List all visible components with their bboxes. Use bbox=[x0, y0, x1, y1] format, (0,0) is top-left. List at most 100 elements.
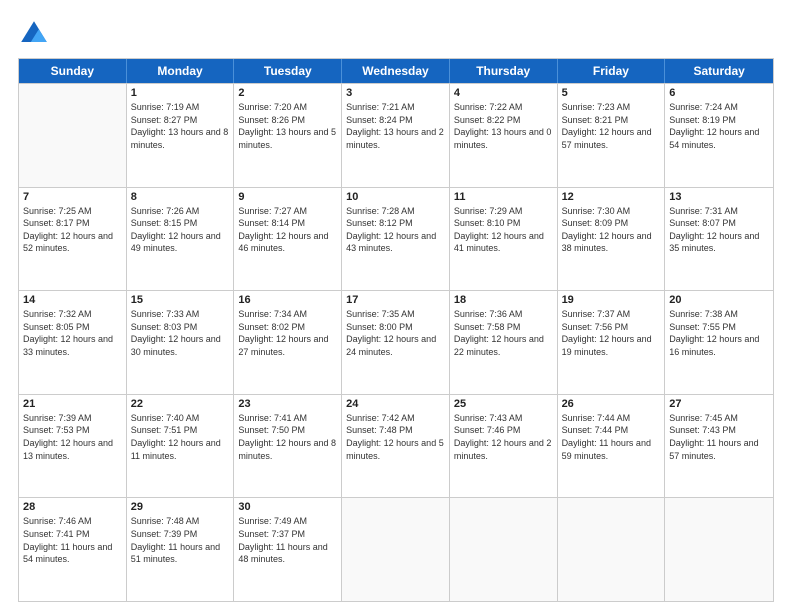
day-cell: 11 Sunrise: 7:29 AM Sunset: 8:10 PM Dayli… bbox=[450, 188, 558, 291]
day-number: 29 bbox=[131, 501, 230, 513]
day-number: 28 bbox=[23, 501, 122, 513]
day-info: Sunrise: 7:23 AM Sunset: 8:21 PM Dayligh… bbox=[562, 101, 661, 151]
logo-icon bbox=[18, 18, 50, 50]
day-number: 19 bbox=[562, 294, 661, 306]
week-row-1: 7 Sunrise: 7:25 AM Sunset: 8:17 PM Daylig… bbox=[19, 187, 773, 291]
day-number: 10 bbox=[346, 191, 445, 203]
day-info: Sunrise: 7:38 AM Sunset: 7:55 PM Dayligh… bbox=[669, 308, 769, 358]
day-cell: 28 Sunrise: 7:46 AM Sunset: 7:41 PM Dayli… bbox=[19, 498, 127, 601]
day-info: Sunrise: 7:32 AM Sunset: 8:05 PM Dayligh… bbox=[23, 308, 122, 358]
day-info: Sunrise: 7:36 AM Sunset: 7:58 PM Dayligh… bbox=[454, 308, 553, 358]
day-number: 26 bbox=[562, 398, 661, 410]
day-cell: 25Sunrise: 7:43 AM Sunset: 7:46 PM Dayli… bbox=[450, 395, 558, 498]
day-number: 5 bbox=[562, 87, 661, 99]
calendar: SundayMondayTuesdayWednesdayThursdayFrid… bbox=[18, 58, 774, 602]
day-number: 13 bbox=[669, 191, 769, 203]
day-cell: 29 Sunrise: 7:48 AM Sunset: 7:39 PM Dayli… bbox=[127, 498, 235, 601]
day-info: Sunrise: 7:24 AM Sunset: 8:19 PM Dayligh… bbox=[669, 101, 769, 151]
weekday-header-tuesday: Tuesday bbox=[234, 59, 342, 83]
day-cell: 3 Sunrise: 7:21 AM Sunset: 8:24 PM Daylig… bbox=[342, 84, 450, 187]
day-number: 6 bbox=[669, 87, 769, 99]
day-info: Sunrise: 7:28 AM Sunset: 8:12 PM Dayligh… bbox=[346, 205, 445, 255]
day-cell bbox=[19, 84, 127, 187]
day-info: Sunrise: 7:42 AM Sunset: 7:48 PM Dayligh… bbox=[346, 412, 445, 462]
day-info: Sunrise: 7:44 AM Sunset: 7:44 PM Dayligh… bbox=[562, 412, 661, 462]
day-cell: 26 Sunrise: 7:44 AM Sunset: 7:44 PM Dayli… bbox=[558, 395, 666, 498]
day-cell bbox=[342, 498, 450, 601]
header bbox=[18, 18, 774, 50]
day-number: 3 bbox=[346, 87, 445, 99]
day-number: 8 bbox=[131, 191, 230, 203]
calendar-header: SundayMondayTuesdayWednesdayThursdayFrid… bbox=[19, 59, 773, 83]
day-cell: 14 Sunrise: 7:32 AM Sunset: 8:05 PM Dayli… bbox=[19, 291, 127, 394]
day-number: 7 bbox=[23, 191, 122, 203]
day-cell: 16Sunrise: 7:34 AM Sunset: 8:02 PM Dayli… bbox=[234, 291, 342, 394]
day-cell: 15Sunrise: 7:33 AM Sunset: 8:03 PM Dayli… bbox=[127, 291, 235, 394]
day-number: 14 bbox=[23, 294, 122, 306]
day-cell: 7 Sunrise: 7:25 AM Sunset: 8:17 PM Daylig… bbox=[19, 188, 127, 291]
day-info: Sunrise: 7:35 AM Sunset: 8:00 PM Dayligh… bbox=[346, 308, 445, 358]
day-info: Sunrise: 7:29 AM Sunset: 8:10 PM Dayligh… bbox=[454, 205, 553, 255]
day-cell: 1Sunrise: 7:19 AM Sunset: 8:27 PM Daylig… bbox=[127, 84, 235, 187]
day-info: Sunrise: 7:40 AM Sunset: 7:51 PM Dayligh… bbox=[131, 412, 230, 462]
day-info: Sunrise: 7:21 AM Sunset: 8:24 PM Dayligh… bbox=[346, 101, 445, 151]
day-number: 21 bbox=[23, 398, 122, 410]
weekday-header-friday: Friday bbox=[558, 59, 666, 83]
day-number: 12 bbox=[562, 191, 661, 203]
day-cell: 20 Sunrise: 7:38 AM Sunset: 7:55 PM Dayli… bbox=[665, 291, 773, 394]
day-cell: 22 Sunrise: 7:40 AM Sunset: 7:51 PM Dayli… bbox=[127, 395, 235, 498]
weekday-header-saturday: Saturday bbox=[665, 59, 773, 83]
calendar-body: 1Sunrise: 7:19 AM Sunset: 8:27 PM Daylig… bbox=[19, 83, 773, 601]
day-cell: 9Sunrise: 7:27 AM Sunset: 8:14 PM Daylig… bbox=[234, 188, 342, 291]
week-row-3: 21 Sunrise: 7:39 AM Sunset: 7:53 PM Dayli… bbox=[19, 394, 773, 498]
day-cell: 8 Sunrise: 7:26 AM Sunset: 8:15 PM Daylig… bbox=[127, 188, 235, 291]
day-cell: 17 Sunrise: 7:35 AM Sunset: 8:00 PM Dayli… bbox=[342, 291, 450, 394]
day-number: 30 bbox=[238, 501, 337, 513]
day-cell: 24 Sunrise: 7:42 AM Sunset: 7:48 PM Dayli… bbox=[342, 395, 450, 498]
day-number: 24 bbox=[346, 398, 445, 410]
day-number: 16 bbox=[238, 294, 337, 306]
week-row-4: 28 Sunrise: 7:46 AM Sunset: 7:41 PM Dayli… bbox=[19, 497, 773, 601]
day-cell: 5 Sunrise: 7:23 AM Sunset: 8:21 PM Daylig… bbox=[558, 84, 666, 187]
day-number: 23 bbox=[238, 398, 337, 410]
day-info: Sunrise: 7:43 AM Sunset: 7:46 PM Dayligh… bbox=[454, 412, 553, 462]
day-info: Sunrise: 7:48 AM Sunset: 7:39 PM Dayligh… bbox=[131, 515, 230, 565]
page: SundayMondayTuesdayWednesdayThursdayFrid… bbox=[0, 0, 792, 612]
day-cell: 6 Sunrise: 7:24 AM Sunset: 8:19 PM Daylig… bbox=[665, 84, 773, 187]
weekday-header-wednesday: Wednesday bbox=[342, 59, 450, 83]
day-info: Sunrise: 7:30 AM Sunset: 8:09 PM Dayligh… bbox=[562, 205, 661, 255]
day-number: 1 bbox=[131, 87, 230, 99]
day-cell: 19 Sunrise: 7:37 AM Sunset: 7:56 PM Dayli… bbox=[558, 291, 666, 394]
day-info: Sunrise: 7:37 AM Sunset: 7:56 PM Dayligh… bbox=[562, 308, 661, 358]
day-info: Sunrise: 7:49 AM Sunset: 7:37 PM Dayligh… bbox=[238, 515, 337, 565]
day-cell: 30 Sunrise: 7:49 AM Sunset: 7:37 PM Dayli… bbox=[234, 498, 342, 601]
weekday-header-thursday: Thursday bbox=[450, 59, 558, 83]
day-info: Sunrise: 7:39 AM Sunset: 7:53 PM Dayligh… bbox=[23, 412, 122, 462]
day-number: 17 bbox=[346, 294, 445, 306]
day-cell: 12 Sunrise: 7:30 AM Sunset: 8:09 PM Dayli… bbox=[558, 188, 666, 291]
day-cell bbox=[450, 498, 558, 601]
weekday-header-monday: Monday bbox=[127, 59, 235, 83]
day-number: 18 bbox=[454, 294, 553, 306]
day-cell bbox=[558, 498, 666, 601]
day-info: Sunrise: 7:41 AM Sunset: 7:50 PM Dayligh… bbox=[238, 412, 337, 462]
day-number: 4 bbox=[454, 87, 553, 99]
day-cell: 4Sunrise: 7:22 AM Sunset: 8:22 PM Daylig… bbox=[450, 84, 558, 187]
day-number: 22 bbox=[131, 398, 230, 410]
day-info: Sunrise: 7:45 AM Sunset: 7:43 PM Dayligh… bbox=[669, 412, 769, 462]
week-row-0: 1Sunrise: 7:19 AM Sunset: 8:27 PM Daylig… bbox=[19, 83, 773, 187]
day-cell: 2Sunrise: 7:20 AM Sunset: 8:26 PM Daylig… bbox=[234, 84, 342, 187]
day-info: Sunrise: 7:33 AM Sunset: 8:03 PM Dayligh… bbox=[131, 308, 230, 358]
day-info: Sunrise: 7:46 AM Sunset: 7:41 PM Dayligh… bbox=[23, 515, 122, 565]
day-info: Sunrise: 7:31 AM Sunset: 8:07 PM Dayligh… bbox=[669, 205, 769, 255]
day-cell: 13 Sunrise: 7:31 AM Sunset: 8:07 PM Dayli… bbox=[665, 188, 773, 291]
day-number: 11 bbox=[454, 191, 553, 203]
day-cell: 21 Sunrise: 7:39 AM Sunset: 7:53 PM Dayli… bbox=[19, 395, 127, 498]
day-cell bbox=[665, 498, 773, 601]
logo bbox=[18, 18, 56, 50]
day-cell: 10 Sunrise: 7:28 AM Sunset: 8:12 PM Dayli… bbox=[342, 188, 450, 291]
day-info: Sunrise: 7:26 AM Sunset: 8:15 PM Dayligh… bbox=[131, 205, 230, 255]
day-info: Sunrise: 7:25 AM Sunset: 8:17 PM Dayligh… bbox=[23, 205, 122, 255]
day-number: 20 bbox=[669, 294, 769, 306]
day-cell: 23 Sunrise: 7:41 AM Sunset: 7:50 PM Dayli… bbox=[234, 395, 342, 498]
